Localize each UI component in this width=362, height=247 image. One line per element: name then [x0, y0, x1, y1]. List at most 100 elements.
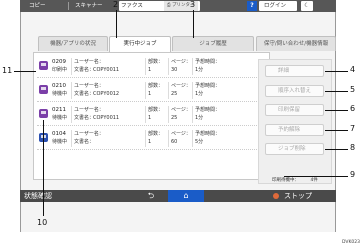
leader-line — [43, 120, 44, 216]
status-check-button[interactable]: 状態確認 — [24, 190, 52, 202]
job-row[interactable]: 0209 印刷中 ユーザー名： 文書名： COPY0011 部数： 1 ページ：… — [37, 55, 267, 78]
doc-label: 文書名： — [74, 139, 95, 145]
top-bar: コピー スキャナー ファクス ⎙ プリンター ? ログイン ☾ — [20, 0, 336, 12]
callout-3: 3 — [190, 0, 196, 9]
leader-line — [325, 110, 348, 111]
divider — [192, 82, 193, 99]
callout-7: 7 — [350, 124, 356, 133]
back-icon[interactable]: ⮌ — [136, 190, 166, 202]
doc-label: 文書名： — [74, 67, 95, 73]
divider — [145, 130, 146, 147]
callout-9: 9 — [350, 170, 356, 179]
stop-button[interactable]: ストップ — [270, 190, 336, 202]
time-value: 1分 — [195, 115, 204, 121]
user-label: ユーザー名： — [74, 107, 104, 113]
copies-value: 1 — [148, 67, 152, 73]
job-list: 0209 印刷中 ユーザー名： 文書名： COPY0011 部数： 1 ページ：… — [33, 52, 270, 180]
time-value: 1分 — [195, 67, 204, 73]
leader-line — [14, 71, 36, 72]
job-number: 0210 — [52, 83, 66, 89]
tab-maintenance-info[interactable]: 保守/問い合わせ/機器情報 — [256, 36, 336, 51]
doc-name: COPY0011 — [93, 67, 120, 73]
copies-label: 部数： — [148, 59, 164, 65]
divider — [145, 106, 146, 123]
copies-value: 1 — [148, 115, 152, 121]
job-row[interactable]: 0210 待機中 ユーザー名： 文書名： COPY0012 部数： 1 ページ：… — [37, 79, 267, 102]
leader-line — [116, 10, 117, 38]
scanner-button[interactable]: スキャナー — [72, 0, 103, 12]
tab-device-status[interactable]: 機器/アプリの状況 — [38, 36, 108, 51]
divider — [168, 82, 169, 99]
job-state: 待機中 — [52, 139, 68, 145]
callout-8: 8 — [350, 143, 356, 152]
leader-line — [325, 149, 348, 150]
doc-label: 文書名： — [74, 115, 95, 121]
home-icon[interactable]: ⌂ — [168, 190, 204, 202]
cancel-reservation-button[interactable]: 予約解除 — [265, 124, 324, 136]
callout-2: 2 — [113, 0, 119, 9]
pages-value: 25 — [171, 91, 178, 97]
divider — [71, 130, 72, 147]
time-label: 予想時間： — [195, 83, 221, 89]
pages-label: ページ： — [171, 131, 191, 137]
divider — [145, 82, 146, 99]
callout-6: 6 — [350, 104, 356, 113]
print-job-icon — [39, 109, 48, 118]
job-count-value: 4件 — [310, 178, 318, 183]
tab-current-jobs[interactable]: 実行中ジョブ — [109, 36, 171, 52]
copies-label: 部数： — [148, 83, 164, 89]
time-label: 予想時間： — [195, 131, 221, 137]
user-label: ユーザー名： — [74, 83, 104, 89]
energy-saver-icon[interactable]: ☾ — [301, 1, 313, 11]
callout-5: 5 — [350, 85, 356, 94]
job-number: 0209 — [52, 59, 66, 65]
divider — [168, 106, 169, 123]
reorder-button[interactable]: 順序入れ替え — [265, 85, 324, 97]
print-job-icon — [39, 61, 48, 70]
divider — [168, 130, 169, 147]
doc-label: 文書名： — [74, 91, 95, 97]
doc-name: COPY0012 — [93, 91, 120, 97]
job-number: 0104 — [52, 131, 66, 137]
hold-print-button[interactable]: 印刷保留 — [265, 104, 324, 116]
divider — [192, 58, 193, 75]
divider — [71, 82, 72, 99]
divider — [68, 2, 69, 10]
job-state: 待機中 — [52, 91, 68, 97]
copies-label: 部数： — [148, 131, 164, 137]
details-button[interactable]: 詳細 — [265, 65, 324, 77]
doc-name: COPY0011 — [93, 115, 120, 121]
divider — [145, 58, 146, 75]
print-job-icon — [39, 85, 48, 94]
job-count: 印刷待機中： 4件 — [272, 177, 318, 183]
pages-value: 30 — [171, 67, 178, 73]
delete-job-button[interactable]: ジョブ削除 — [265, 143, 324, 155]
login-button[interactable]: ログイン — [259, 1, 297, 11]
callout-11: 11 — [2, 66, 13, 75]
leader-line — [325, 91, 348, 92]
copies-value: 1 — [148, 91, 152, 97]
help-button[interactable]: ? — [247, 1, 257, 11]
job-row[interactable]: 0104 待機中 ユーザー名： 文書名： 部数： 1 ページ： 60 予想時間：… — [37, 127, 267, 150]
leader-line — [325, 130, 348, 131]
figure-code: DVK023 — [341, 240, 360, 245]
user-label: ユーザー名： — [74, 131, 104, 137]
pages-value: 60 — [171, 139, 178, 145]
job-state: 印刷中 — [52, 67, 68, 73]
copy-button[interactable]: コピー — [26, 0, 46, 12]
pages-label: ページ： — [171, 59, 191, 65]
copies-label: 部数： — [148, 107, 164, 113]
divider — [192, 106, 193, 123]
job-row[interactable]: 0211 待機中 ユーザー名： 文書名： COPY0011 部数： 1 ページ：… — [37, 103, 267, 126]
job-number: 0211 — [52, 107, 66, 113]
fax-label: ファクス — [121, 3, 143, 9]
time-label: 予想時間： — [195, 107, 221, 113]
leader-line — [284, 176, 348, 177]
leader-line — [193, 10, 194, 38]
job-state: 待機中 — [52, 115, 68, 121]
copies-value: 1 — [148, 139, 152, 145]
pages-label: ページ： — [171, 107, 191, 113]
time-value: 5分 — [195, 139, 204, 145]
divider — [71, 106, 72, 123]
tab-job-history[interactable]: ジョブ履歴 — [172, 36, 254, 51]
